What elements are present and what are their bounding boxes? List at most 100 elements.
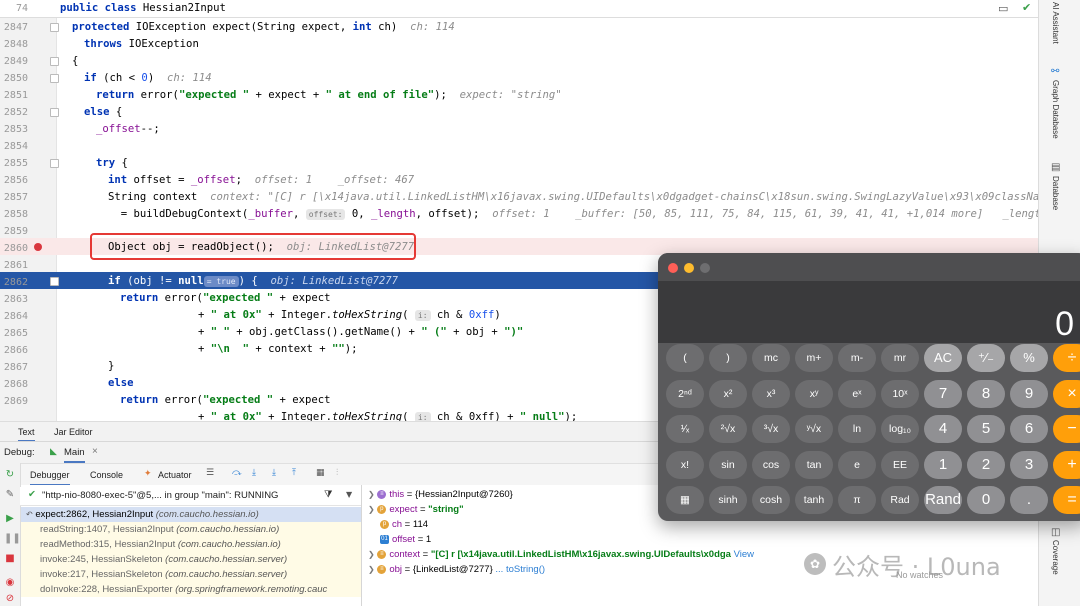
line-number[interactable]: 2859 [0, 223, 28, 240]
code-line-2850[interactable]: if (ch < 0) ch: 114 [84, 70, 1038, 87]
calculator-window[interactable]: 0 () mc m+ m-mr AC ⁺∕₋% ÷ 2ⁿᵈ x² x³ xʸ eˣ 10ˣ 7 8 9 × ¹∕ₓ… [658, 253, 1080, 521]
code-line-2848[interactable]: throws IOException [84, 36, 1038, 53]
code-line-2858[interactable]: = buildDebugContext(_buffer, offset: 0, … [108, 206, 1038, 223]
line-number[interactable]: 2854 [0, 138, 28, 155]
line-number[interactable]: 2849 [0, 53, 28, 70]
calc-key[interactable]: 4 [924, 415, 962, 443]
tostring-link[interactable]: ... toString() [495, 564, 545, 575]
zoom-window-button[interactable] [700, 263, 710, 273]
calc-key[interactable]: m+ [795, 344, 833, 372]
step-out-icon[interactable]: ⤒ [292, 468, 296, 478]
line-number[interactable]: 2848 [0, 36, 28, 53]
calc-key[interactable]: mr [881, 344, 919, 372]
line-number[interactable]: 2857 [0, 189, 28, 206]
calc-key[interactable]: xʸ [795, 379, 833, 408]
calc-key[interactable]: 6 [1010, 415, 1048, 443]
reader-mode-icon[interactable]: ▭ [998, 2, 1008, 15]
line-number[interactable]: 2860 [0, 240, 28, 257]
rerun-icon[interactable]: ↻ [4, 469, 16, 481]
calc-key[interactable]: = [1053, 486, 1080, 514]
trace-icon[interactable]: ⫶ [336, 468, 338, 478]
calc-key[interactable]: % [1010, 344, 1048, 372]
calc-key[interactable]: cos [752, 450, 790, 479]
calc-key[interactable]: 10ˣ [881, 379, 919, 408]
calc-key[interactable]: mc [752, 344, 790, 372]
calc-key[interactable]: + [1053, 450, 1080, 479]
calc-key[interactable]: eˣ [838, 379, 876, 408]
expand-icon[interactable]: ❯ [368, 550, 375, 559]
fold-icon[interactable] [50, 23, 59, 32]
calc-key[interactable]: EE [881, 450, 919, 479]
calc-key[interactable]: 7 [924, 379, 962, 408]
filter-icon[interactable]: ⧩ [324, 489, 332, 500]
line-number[interactable]: 2864 [0, 308, 28, 325]
code-line-2857[interactable]: String context context: "[C] r [\x14java… [108, 189, 1038, 206]
fold-icon[interactable] [50, 74, 59, 83]
calc-key[interactable]: 9 [1010, 379, 1048, 408]
code-line-2855[interactable]: try { [96, 155, 1038, 172]
calc-key[interactable]: − [1053, 415, 1080, 443]
step-into-icon[interactable]: ⤓ [252, 468, 256, 478]
calc-key[interactable]: ( [666, 344, 704, 372]
line-number[interactable]: 2856 [0, 172, 28, 189]
view-breakpoints-icon[interactable]: ◉ [4, 577, 16, 589]
view-link[interactable]: View [734, 549, 754, 560]
checkmark-icon[interactable]: ✔ [1022, 1, 1031, 14]
expand-icon[interactable]: ❯ [368, 505, 375, 514]
fold-icon[interactable] [50, 159, 59, 168]
calc-key[interactable]: × [1053, 379, 1080, 408]
line-number[interactable]: 2858 [0, 206, 28, 223]
line-number[interactable]: 2852 [0, 104, 28, 121]
calc-key[interactable]: x² [709, 379, 747, 408]
calc-key[interactable]: ³√x [752, 415, 790, 443]
frame-item[interactable]: doInvoke:228, HessianExporter (org.sprin… [20, 582, 361, 597]
tab-ai-assistant[interactable]: AI Assistant [1051, 2, 1060, 44]
line-number[interactable]: 2862 [0, 274, 28, 291]
menu-icon[interactable]: ☰ [206, 468, 214, 478]
chevron-down-icon[interactable]: ▼ [346, 490, 352, 499]
thread-selector[interactable]: ✔ "http-nio-8080-exec-5"@5,... in group … [20, 487, 361, 506]
line-number[interactable]: 2869 [0, 393, 28, 410]
line-number[interactable]: 2865 [0, 325, 28, 342]
calc-key[interactable]: 8 [967, 379, 1005, 408]
fold-icon[interactable] [50, 277, 59, 286]
code-line-2852[interactable]: else { [84, 104, 1038, 121]
calc-key[interactable]: ) [709, 344, 747, 372]
calc-key[interactable]: e [838, 450, 876, 479]
line-number[interactable]: 2867 [0, 359, 28, 376]
calc-key[interactable]: Rad [881, 486, 919, 514]
calc-key[interactable]: tanh [795, 486, 833, 514]
calc-key[interactable]: 3 [1010, 450, 1048, 479]
calc-key[interactable]: log₁₀ [881, 415, 919, 443]
line-number[interactable]: 2855 [0, 155, 28, 172]
calc-key[interactable]: sin [709, 450, 747, 479]
calc-key[interactable]: sinh [709, 486, 747, 514]
settings-icon[interactable]: ✎ [4, 489, 16, 501]
calc-key[interactable]: ʸ√x [795, 415, 833, 443]
frame-item[interactable]: ↶ expect:2862, Hessian2Input (com.caucho… [20, 507, 361, 522]
calc-key[interactable]: 1 [924, 450, 962, 479]
calculator-titlebar[interactable] [658, 253, 1080, 281]
line-number[interactable]: 2853 [0, 121, 28, 138]
fold-icon[interactable] [50, 57, 59, 66]
frame-item[interactable]: readMethod:315, Hessian2Input (com.cauch… [20, 537, 361, 552]
tab-coverage[interactable]: Coverage [1051, 540, 1060, 575]
code-line-2851[interactable]: return error("expected " + expect + " at… [96, 87, 1038, 104]
tab-database[interactable]: Database [1051, 176, 1060, 210]
frame-item[interactable]: readString:1407, Hessian2Input (com.cauc… [20, 522, 361, 537]
calc-key[interactable]: x! [666, 450, 704, 479]
expand-icon[interactable]: ❯ [368, 490, 375, 499]
line-number[interactable]: 2866 [0, 342, 28, 359]
calc-key[interactable]: tan [795, 450, 833, 479]
calc-key[interactable]: 5 [967, 415, 1005, 443]
code-line-2853[interactable]: _offset--; [96, 121, 1038, 138]
tab-actuator[interactable]: Actuator [158, 470, 192, 480]
step-over-icon[interactable]: ⤼ [232, 468, 242, 478]
close-window-button[interactable] [668, 263, 678, 273]
line-number[interactable]: 2861 [0, 257, 28, 274]
resume-icon[interactable]: ▶ [4, 513, 16, 525]
sticky-class-header[interactable]: 74 public class Hessian2Input ▭ ✔ [0, 0, 1038, 18]
calc-key[interactable]: 0 [967, 486, 1005, 514]
code-line-2856[interactable]: int offset = _offset; offset: 1 _offset:… [108, 172, 1038, 189]
fold-icon[interactable] [50, 108, 59, 117]
